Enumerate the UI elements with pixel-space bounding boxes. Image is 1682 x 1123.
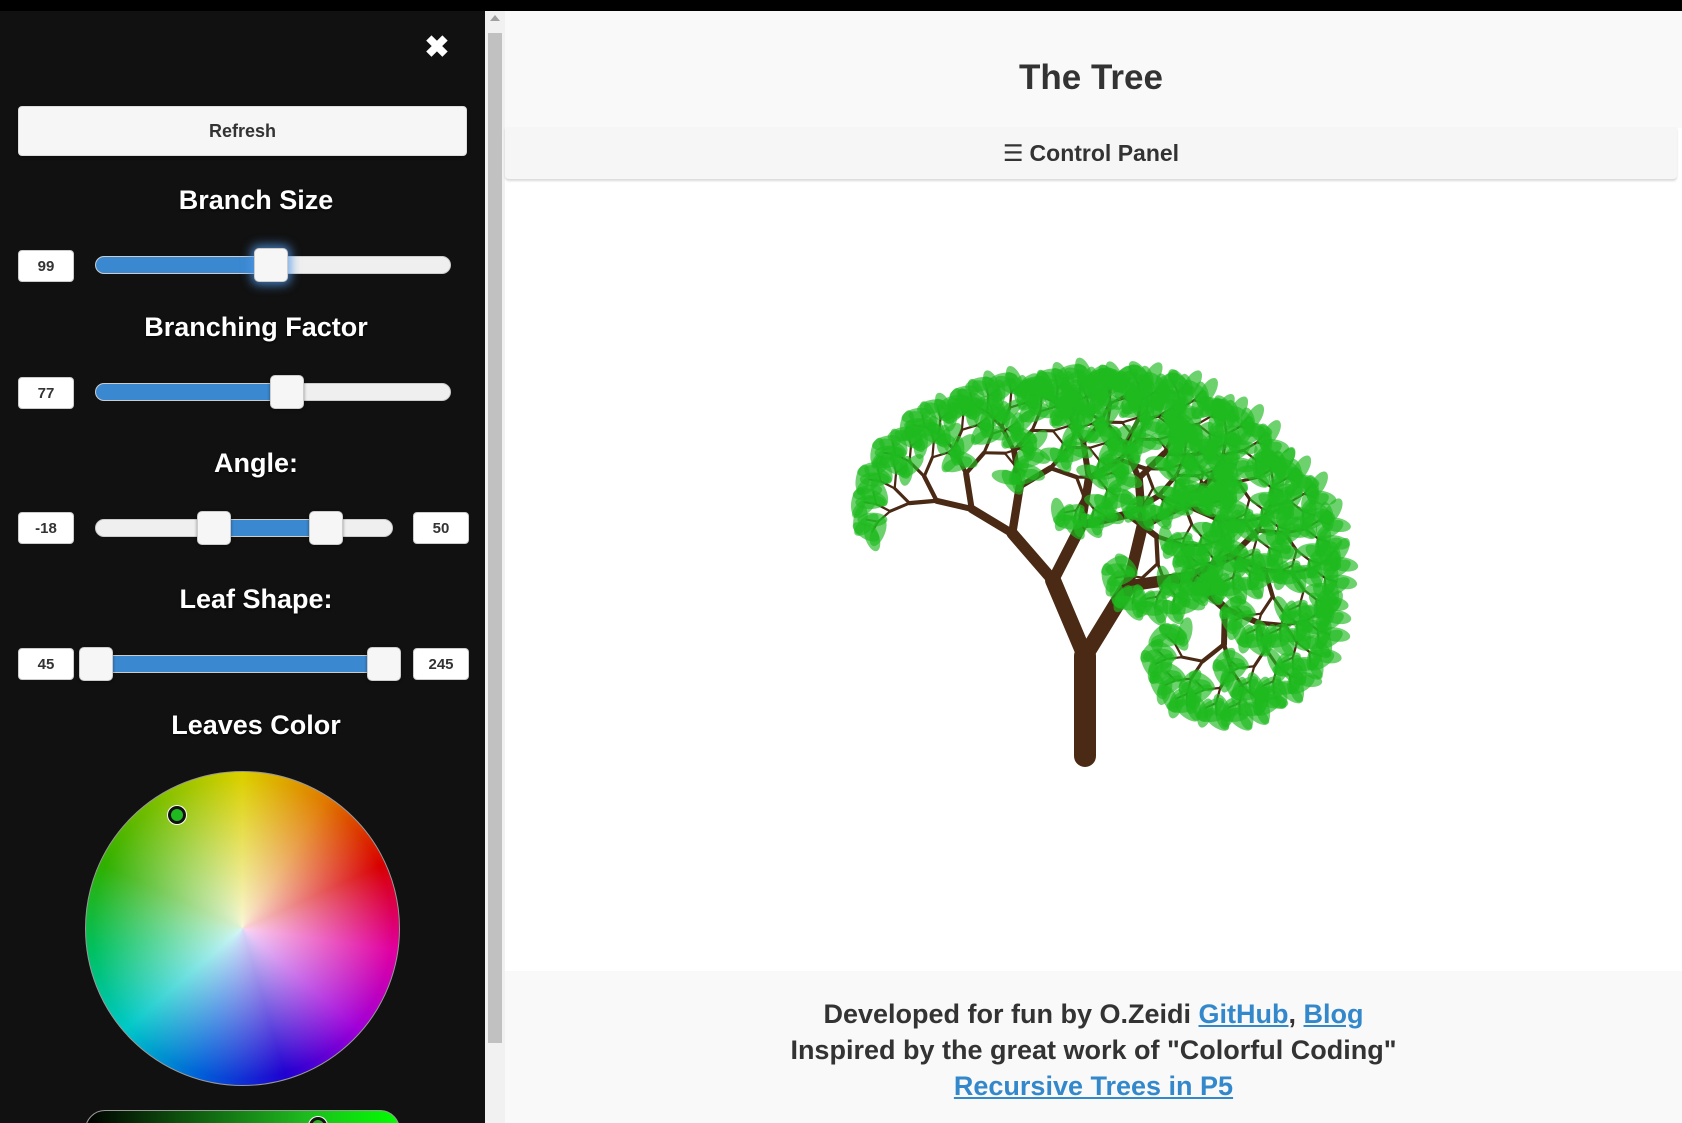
tree-branch <box>960 412 965 431</box>
tree-branch <box>893 471 898 490</box>
scroll-thumb[interactable] <box>488 33 502 1043</box>
branch-size-title: Branch Size <box>178 185 334 215</box>
tree-branch <box>963 470 975 512</box>
tree-branch <box>1140 561 1160 580</box>
tree-drawing <box>850 357 1359 767</box>
angle-max-handle[interactable] <box>309 511 343 545</box>
tree-branch <box>1259 594 1275 616</box>
menu-icon: ☰ <box>1002 140 1024 166</box>
branch-size-slider-handle[interactable] <box>254 248 288 282</box>
tree-branch <box>931 440 935 459</box>
tree-branch <box>1051 429 1064 445</box>
tree-branch <box>922 474 939 503</box>
tree-branch <box>922 455 934 478</box>
leaf-shape-max-handle[interactable] <box>367 647 401 681</box>
leaves-color-title: Leaves Color <box>171 710 341 740</box>
panel-scrollbar[interactable] <box>485 11 505 1123</box>
color-value-bar[interactable] <box>85 1110 400 1123</box>
control-panel-toggle[interactable]: ☰ Control Panel <box>505 128 1677 180</box>
tree-leaves <box>850 357 1359 731</box>
branching-factor-slider-handle[interactable] <box>270 375 304 409</box>
tree-canvas[interactable] <box>505 191 1682 981</box>
branching-factor-fill <box>96 384 288 400</box>
tree-branch <box>1045 572 1093 664</box>
footer-line-2: Inspired by the great work of "Colorful … <box>790 1035 1397 1065</box>
tree-leaf <box>1090 505 1105 536</box>
header: The Tree <box>505 11 1682 128</box>
branching-factor-value[interactable]: 77 <box>18 377 74 409</box>
recursive-trees-link[interactable]: Recursive Trees in P5 <box>954 1071 1233 1101</box>
footer-line-1: Developed for fun by O.Zeidi GitHub, Blo… <box>505 996 1682 1032</box>
color-wheel[interactable] <box>85 771 400 1086</box>
main-content: The Tree ☰ Control Panel Developed for f… <box>505 11 1682 1123</box>
github-link[interactable]: GitHub <box>1199 999 1289 1029</box>
angle-min-value[interactable]: -18 <box>18 512 74 544</box>
branch-size-value[interactable]: 99 <box>18 250 74 282</box>
angle-track[interactable] <box>95 519 393 537</box>
control-panel-label: Control Panel <box>1029 140 1180 166</box>
control-panel-sidebar: ✖ Refresh Branch Size 99 Branching Facto… <box>0 11 485 1123</box>
close-icon[interactable]: ✖ <box>420 31 454 65</box>
footer-line-3: Recursive Trees in P5 <box>505 1068 1682 1104</box>
tree-leaf <box>1059 439 1074 470</box>
scroll-up-arrow-icon[interactable] <box>490 15 500 21</box>
tree-branch <box>893 486 911 505</box>
tree-branch <box>933 497 975 512</box>
leaf-shape-title: Leaf Shape: <box>179 584 333 614</box>
color-wheel-marker[interactable] <box>168 806 186 824</box>
top-bar <box>0 0 1682 11</box>
leaf-shape-min-handle[interactable] <box>79 647 113 681</box>
page-title: The Tree <box>1019 58 1163 97</box>
leaf-shape-track[interactable] <box>95 655 399 673</box>
footer-credit: Developed for fun by O.Zeidi <box>823 999 1199 1029</box>
branch-size-fill <box>96 257 272 273</box>
angle-min-handle[interactable] <box>197 511 231 545</box>
footer: Developed for fun by O.Zeidi GitHub, Blo… <box>505 971 1682 1123</box>
tree-branch <box>888 501 911 513</box>
leaf-shape-fill <box>96 656 386 672</box>
branching-factor-title: Branching Factor <box>144 312 368 342</box>
tree-branch <box>907 498 939 506</box>
tree-branch <box>1006 527 1059 587</box>
refresh-button[interactable]: Refresh <box>18 106 467 156</box>
blog-link[interactable]: Blog <box>1304 999 1364 1029</box>
leaf-shape-min-value[interactable]: 45 <box>18 648 74 680</box>
tree-branch <box>1154 533 1160 566</box>
angle-max-value[interactable]: 50 <box>413 512 469 544</box>
tree-branch <box>967 504 1017 538</box>
tree-leaf <box>1159 497 1174 528</box>
angle-title: Angle: <box>214 448 298 478</box>
footer-separator: , <box>1288 999 1304 1029</box>
leaf-shape-max-value[interactable]: 245 <box>413 648 469 680</box>
tree-branch <box>1180 655 1205 663</box>
